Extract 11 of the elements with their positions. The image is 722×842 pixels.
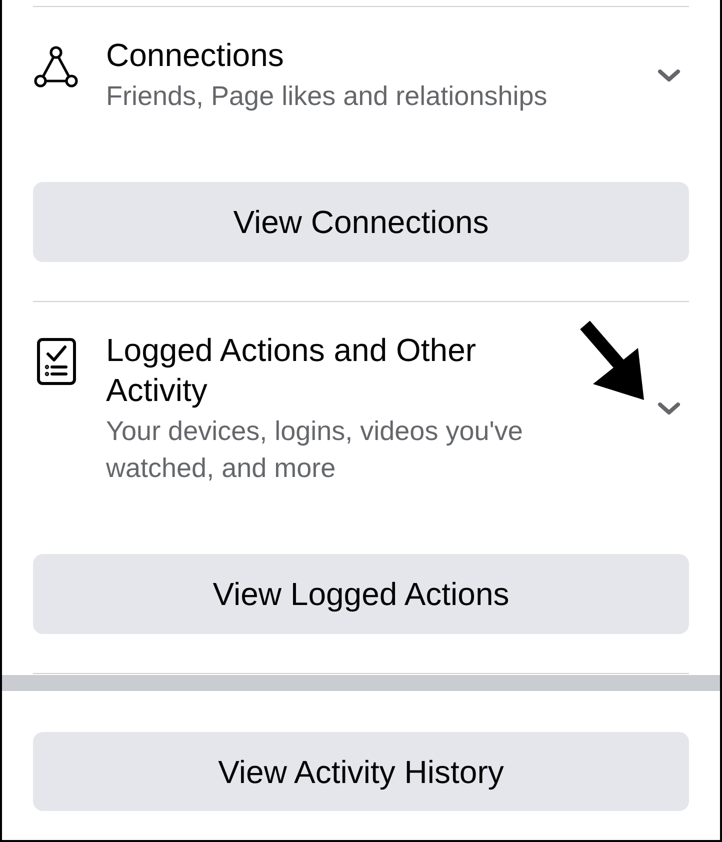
chevron-icon[interactable] (657, 68, 681, 82)
section-title: Connections (106, 36, 285, 75)
triangle-nodes-icon (34, 46, 78, 88)
section-button[interactable]: View Logged Actions (33, 554, 689, 634)
section-title: Logged Actions and Other Activity (106, 331, 478, 410)
activity-history-button[interactable]: View Activity History (33, 732, 689, 811)
section-button[interactable]: View Connections (33, 182, 689, 262)
section-subtitle: Your devices, logins, videos you've watched, and more (106, 415, 524, 485)
chevron-icon[interactable] (657, 402, 681, 415)
section-subtitle: Friends, Page likes and relationships (106, 80, 548, 113)
checklist-icon (37, 338, 76, 385)
